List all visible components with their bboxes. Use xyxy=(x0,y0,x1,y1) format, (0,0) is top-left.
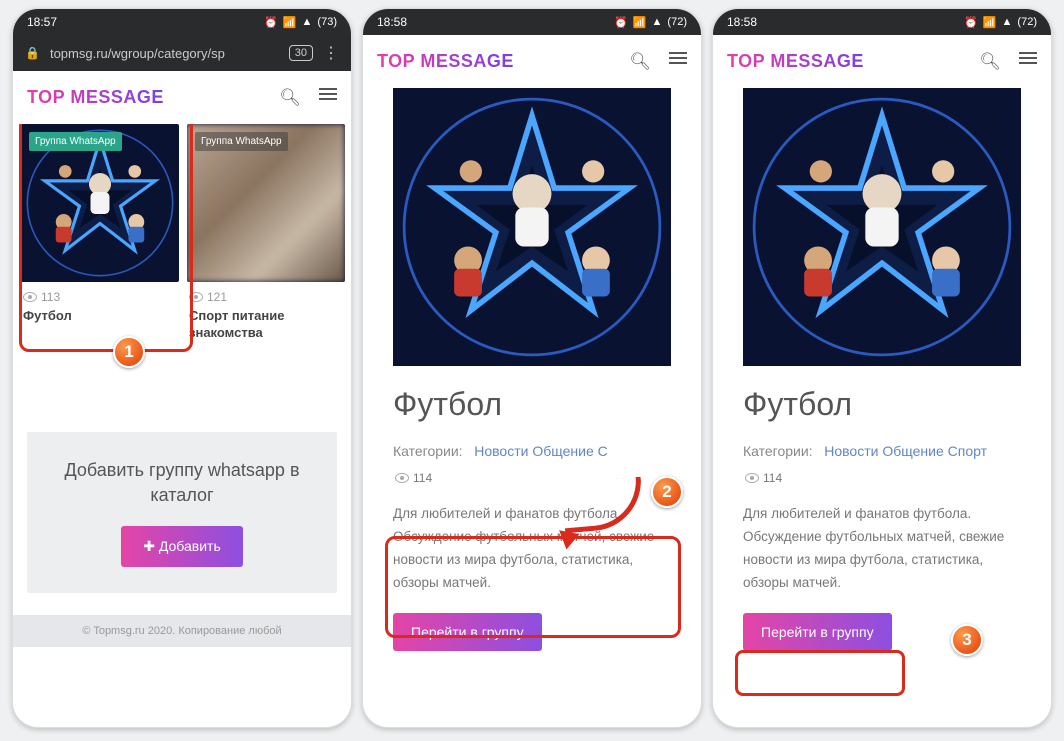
annotation-marker-1: 1 xyxy=(113,336,145,368)
battery-text: (73) xyxy=(317,16,337,28)
views-icon xyxy=(745,473,759,483)
alarm-icon: ⏰ xyxy=(964,16,978,29)
status-bar: 18:58 ⏰ 📶 ▲ (72) xyxy=(363,9,701,35)
wifi-icon: ▲ xyxy=(1002,16,1013,28)
phone-screenshot-1: 18:57 ⏰ 📶 ▲ (73) 🔒 topmsg.ru/wgroup/cate… xyxy=(12,8,352,728)
wifi-icon: ▲ xyxy=(652,16,663,28)
wifi-icon: ▲ xyxy=(302,16,313,28)
battery-text: (72) xyxy=(1017,16,1037,28)
category-link-sport[interactable]: Спорт xyxy=(948,443,987,459)
group-title: Футбол xyxy=(393,386,671,423)
phone-screenshot-2: 18:58 ⏰ 📶 ▲ (72) TOP MESSAGE 🔍︎ Футбол К… xyxy=(362,8,702,728)
views-icon xyxy=(395,473,409,483)
status-bar: 18:57 ⏰ 📶 ▲ (73) xyxy=(13,9,351,35)
search-icon[interactable]: 🔍︎ xyxy=(629,52,651,72)
search-icon[interactable]: 🔍︎ xyxy=(279,88,301,108)
signal-icon: 📶 xyxy=(633,16,647,29)
alarm-icon: ⏰ xyxy=(614,16,628,29)
lock-icon: 🔒 xyxy=(25,46,40,60)
add-box-title: Добавить группу whatsapp в каталог xyxy=(37,458,327,508)
site-header: TOP MESSAGE 🔍︎ xyxy=(713,35,1051,88)
status-icons: ⏰ 📶 ▲ (72) xyxy=(614,16,687,29)
listing-content: Группа WhatsApp 113 Футбол Группа WhatsA… xyxy=(13,124,351,727)
site-header: TOP MESSAGE 🔍︎ xyxy=(363,35,701,88)
hamburger-menu-icon[interactable] xyxy=(319,88,337,108)
whatsapp-badge: Группа WhatsApp xyxy=(195,132,288,151)
category-link-news[interactable]: Новости xyxy=(474,443,528,459)
site-header: TOP MESSAGE 🔍︎ xyxy=(13,71,351,124)
group-description: Для любителей и фанатов футбола. Обсужде… xyxy=(743,503,1021,595)
annotation-marker-2: 2 xyxy=(651,476,683,508)
phone-screenshot-3: 18:58 ⏰ 📶 ▲ (72) TOP MESSAGE 🔍︎ Футбол К… xyxy=(712,8,1052,728)
join-group-button[interactable]: Перейти в группу xyxy=(743,613,892,651)
browser-menu-icon[interactable]: ⋮ xyxy=(323,43,339,63)
group-image xyxy=(743,88,1021,366)
browser-url-bar[interactable]: 🔒 topmsg.ru/wgroup/category/sp 30 ⋮ xyxy=(13,35,351,71)
status-time: 18:58 xyxy=(377,15,407,29)
site-logo[interactable]: TOP MESSAGE xyxy=(377,51,514,72)
card-title: Футбол xyxy=(21,308,179,325)
add-group-box: Добавить группу whatsapp в каталог ✚ Доб… xyxy=(27,432,337,593)
status-icons: ⏰ 📶 ▲ (73) xyxy=(264,16,337,29)
annotation-highlight-3 xyxy=(735,650,905,696)
categories-label: Категории: xyxy=(743,443,813,459)
alarm-icon: ⏰ xyxy=(264,16,278,29)
category-link-news[interactable]: Новости xyxy=(824,443,878,459)
categories-label: Категории: xyxy=(393,443,463,459)
url-text: topmsg.ru/wgroup/category/sp xyxy=(50,46,279,61)
views-count: 114 xyxy=(763,471,782,485)
views-icon xyxy=(189,292,203,302)
category-link-sport-cut[interactable]: С xyxy=(598,443,608,459)
search-icon[interactable]: 🔍︎ xyxy=(979,52,1001,72)
card-title: Спорт питание знакомства xyxy=(187,308,345,342)
views-count: 121 xyxy=(207,290,227,304)
group-title: Футбол xyxy=(743,386,1021,423)
group-card-football[interactable]: Группа WhatsApp 113 Футбол xyxy=(21,124,179,342)
detail-content: Футбол Категории: Новости Общение Спорт … xyxy=(713,88,1051,727)
detail-content: Футбол Категории: Новости Общение С 114 … xyxy=(363,88,701,727)
tab-count[interactable]: 30 xyxy=(289,45,313,61)
group-image xyxy=(393,88,671,366)
hamburger-menu-icon[interactable] xyxy=(1019,52,1037,72)
status-bar: 18:58 ⏰ 📶 ▲ (72) xyxy=(713,9,1051,35)
hamburger-menu-icon[interactable] xyxy=(669,52,687,72)
annotation-arrow xyxy=(563,480,643,530)
status-time: 18:58 xyxy=(727,15,757,29)
site-logo[interactable]: TOP MESSAGE xyxy=(27,87,164,108)
battery-text: (72) xyxy=(667,16,687,28)
add-button[interactable]: ✚ Добавить xyxy=(121,526,243,567)
views-icon xyxy=(23,292,37,302)
status-time: 18:57 xyxy=(27,15,57,29)
join-group-button[interactable]: Перейти в группу xyxy=(393,613,542,651)
signal-icon: 📶 xyxy=(983,16,997,29)
category-link-chat[interactable]: Общение xyxy=(532,443,593,459)
status-icons: ⏰ 📶 ▲ (72) xyxy=(964,16,1037,29)
annotation-marker-3: 3 xyxy=(951,624,983,656)
group-card-sport[interactable]: Группа WhatsApp 121 Спорт питание знаком… xyxy=(187,124,345,342)
category-link-chat[interactable]: Общение xyxy=(882,443,943,459)
views-count: 114 xyxy=(413,471,432,485)
whatsapp-badge: Группа WhatsApp xyxy=(29,132,122,151)
site-logo[interactable]: TOP MESSAGE xyxy=(727,51,864,72)
views-count: 113 xyxy=(41,290,60,304)
footer-text: © Topmsg.ru 2020. Копирование любой xyxy=(13,615,351,647)
signal-icon: 📶 xyxy=(283,16,297,29)
